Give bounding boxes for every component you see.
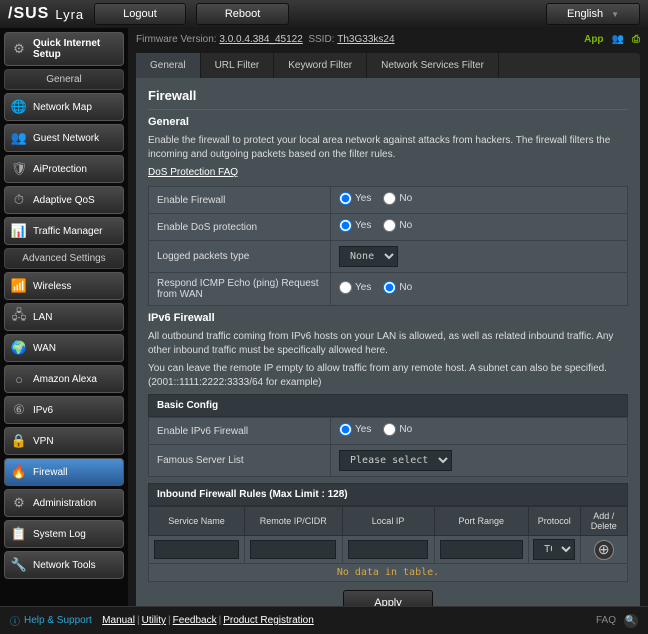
- sidebar-item-traffic-manager[interactable]: 📊Traffic Manager: [4, 217, 124, 245]
- label-enable-firewall: Enable Firewall: [149, 187, 331, 214]
- col-port-range: Port Range: [434, 507, 528, 536]
- apply-button[interactable]: Apply: [343, 590, 433, 606]
- sidebar-item-firewall[interactable]: 🔥Firewall: [4, 458, 124, 486]
- lan-icon: 🖧: [11, 309, 27, 325]
- tab-general[interactable]: General: [136, 53, 201, 78]
- usb-status-icon[interactable]: ⎙: [632, 34, 640, 45]
- no-data-message: No data in table.: [149, 564, 628, 582]
- top-info-bar: Firmware Version: 3.0.0.4.384_45122 SSID…: [136, 34, 640, 45]
- wifi-icon: 📶: [11, 278, 27, 294]
- tab-bar: General URL Filter Keyword Filter Networ…: [136, 53, 640, 78]
- ipv6-description-2: You can leave the remote IP empty to all…: [148, 362, 628, 390]
- sidebar-item-wireless[interactable]: 📶Wireless: [4, 272, 124, 300]
- sidebar-item-alexa[interactable]: ○Amazon Alexa: [4, 365, 124, 393]
- sidebar-item-wan[interactable]: 🌍WAN: [4, 334, 124, 362]
- col-local-ip: Local IP: [342, 507, 434, 536]
- sidebar-item-network-map[interactable]: 🌐Network Map: [4, 93, 124, 121]
- alexa-icon: ○: [11, 371, 27, 387]
- footer-feedback[interactable]: Feedback: [173, 615, 217, 626]
- sidebar-item-administration[interactable]: ⚙Administration: [4, 489, 124, 517]
- gauge-icon: ⏱: [11, 192, 27, 208]
- port-range-input[interactable]: [440, 540, 523, 559]
- enable-ipv6-no[interactable]: No: [383, 423, 412, 436]
- local-ip-input[interactable]: [348, 540, 429, 559]
- footer-utility[interactable]: Utility: [142, 615, 166, 626]
- admin-icon: ⚙: [11, 495, 27, 511]
- globe-icon: 🌐: [11, 99, 27, 115]
- help-support: ⓘHelp & Support: [10, 613, 92, 628]
- icmp-no[interactable]: No: [383, 281, 412, 294]
- col-protocol: Protocol: [529, 507, 581, 536]
- sidebar-item-aiprotection[interactable]: 🛡AiProtection: [4, 155, 124, 183]
- language-select[interactable]: English▼: [546, 3, 640, 25]
- general-description: Enable the firewall to protect your loca…: [148, 134, 628, 162]
- sidebar-item-guest-network[interactable]: 👥Guest Network: [4, 124, 124, 152]
- chevron-down-icon: ▼: [611, 10, 619, 19]
- page-title: Firewall: [148, 88, 628, 110]
- icmp-yes[interactable]: Yes: [339, 281, 371, 294]
- sidebar-item-lan[interactable]: 🖧LAN: [4, 303, 124, 331]
- sidebar-item-adaptive-qos[interactable]: ⏱Adaptive QoS: [4, 186, 124, 214]
- enable-firewall-no[interactable]: No: [383, 192, 412, 205]
- section-general: General: [148, 116, 628, 128]
- label-icmp-echo: Respond ICMP Echo (ping) Request from WA…: [149, 273, 331, 306]
- ipv6-description-1: All outbound traffic coming from IPv6 ho…: [148, 330, 628, 358]
- users-status-icon[interactable]: 👥: [612, 34, 624, 45]
- gear-icon: ⚙: [11, 41, 27, 57]
- label-enable-ipv6-firewall: Enable IPv6 Firewall: [149, 418, 331, 445]
- search-icon[interactable]: 🔍: [624, 614, 638, 628]
- logged-packets-select[interactable]: None: [339, 246, 398, 267]
- label-famous-server: Famous Server List: [149, 445, 331, 477]
- footer-manual[interactable]: Manual: [102, 615, 135, 626]
- section-ipv6: IPv6 Firewall: [148, 312, 628, 324]
- logout-button[interactable]: Logout: [94, 3, 186, 25]
- sidebar-item-ipv6[interactable]: ⑥IPv6: [4, 396, 124, 424]
- remote-ip-input[interactable]: [250, 540, 336, 559]
- traffic-icon: 📊: [11, 223, 27, 239]
- log-icon: 📋: [11, 526, 27, 542]
- sidebar-item-system-log[interactable]: 📋System Log: [4, 520, 124, 548]
- col-service-name: Service Name: [149, 507, 245, 536]
- col-remote-ip: Remote IP/CIDR: [245, 507, 342, 536]
- app-link[interactable]: App: [584, 34, 603, 45]
- dos-faq-link[interactable]: DoS Protection FAQ: [148, 167, 238, 178]
- firmware-link[interactable]: 3.0.0.4.384_45122: [219, 34, 302, 45]
- enable-ipv6-yes[interactable]: Yes: [339, 423, 371, 436]
- info-icon: ⓘ: [10, 613, 20, 628]
- tools-icon: 🔧: [11, 557, 27, 573]
- shield-icon: 🛡: [11, 161, 27, 177]
- sidebar-quick-setup[interactable]: ⚙Quick Internet Setup: [4, 32, 124, 66]
- users-icon: 👥: [11, 130, 27, 146]
- sidebar-header-advanced: Advanced Settings: [4, 248, 124, 269]
- enable-dos-no[interactable]: No: [383, 219, 412, 232]
- add-rule-button[interactable]: ⊕: [594, 540, 614, 560]
- sidebar: ⚙Quick Internet Setup General 🌐Network M…: [0, 28, 128, 606]
- label-logged-packets: Logged packets type: [149, 241, 331, 273]
- footer-product-registration[interactable]: Product Registration: [223, 615, 314, 626]
- tab-network-services-filter[interactable]: Network Services Filter: [367, 53, 499, 78]
- label-enable-dos: Enable DoS protection: [149, 214, 331, 241]
- wan-icon: 🌍: [11, 340, 27, 356]
- col-add-delete: Add / Delete: [580, 507, 627, 536]
- tab-url-filter[interactable]: URL Filter: [201, 53, 275, 78]
- faq-link[interactable]: FAQ: [596, 615, 616, 626]
- basic-config-header: Basic Config: [148, 394, 628, 417]
- tab-keyword-filter[interactable]: Keyword Filter: [274, 53, 367, 78]
- sidebar-item-vpn[interactable]: 🔒VPN: [4, 427, 124, 455]
- protocol-select[interactable]: TCP: [533, 539, 575, 560]
- famous-server-select[interactable]: Please select: [339, 450, 452, 471]
- firewall-icon: 🔥: [11, 464, 27, 480]
- service-name-input[interactable]: [154, 540, 239, 559]
- enable-firewall-yes[interactable]: Yes: [339, 192, 371, 205]
- sidebar-header-general: General: [4, 69, 124, 90]
- vpn-icon: 🔒: [11, 433, 27, 449]
- ssid-link[interactable]: Th3G33ks24: [337, 34, 394, 45]
- reboot-button[interactable]: Reboot: [196, 3, 289, 25]
- sidebar-item-network-tools[interactable]: 🔧Network Tools: [4, 551, 124, 579]
- brand-logo: /SUSLyra: [8, 5, 84, 23]
- enable-dos-yes[interactable]: Yes: [339, 219, 371, 232]
- ipv6-icon: ⑥: [11, 402, 27, 418]
- inbound-rules-header: Inbound Firewall Rules (Max Limit : 128): [148, 483, 628, 506]
